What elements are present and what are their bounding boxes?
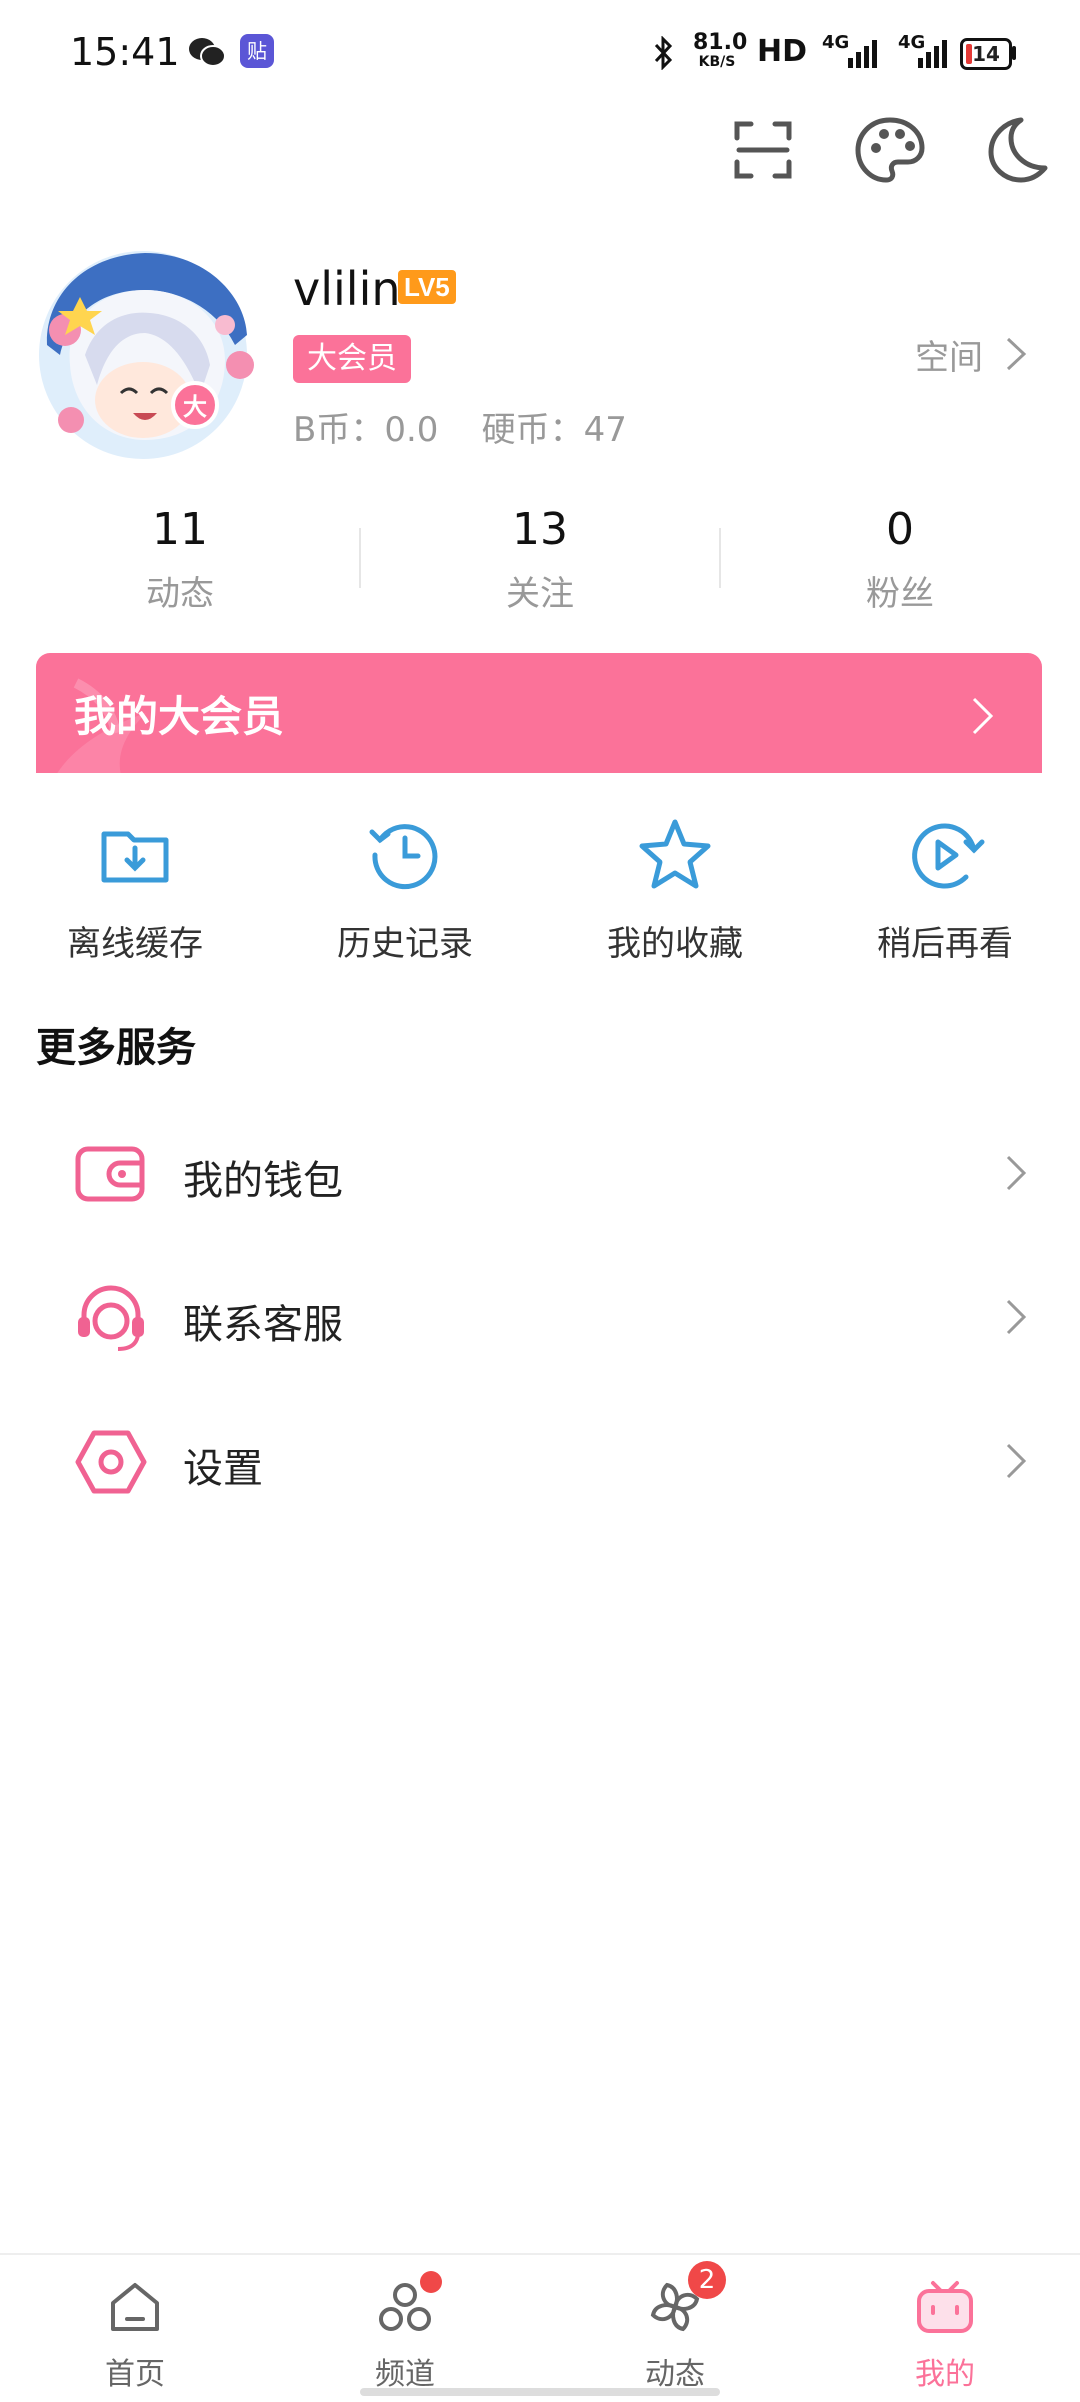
settings-item[interactable]: 设置 bbox=[0, 1391, 1080, 1531]
settings-icon bbox=[75, 1430, 147, 1494]
tab-feed[interactable]: 2 动态 bbox=[540, 2261, 810, 2393]
more-services-title: 更多服务 bbox=[36, 1025, 196, 1071]
stat-label: 关注 bbox=[506, 574, 574, 614]
quick-action-label: 离线缓存 bbox=[67, 924, 203, 964]
signal-icon-1 bbox=[848, 40, 877, 68]
tab-mine[interactable]: 我的 bbox=[810, 2275, 1080, 2393]
customer-service-icon bbox=[78, 1285, 144, 1351]
tieba-icon: 贴 bbox=[240, 34, 274, 68]
chevron-right-icon[interactable] bbox=[1005, 336, 1027, 372]
chevron-right-icon bbox=[1006, 1155, 1027, 1191]
wechat-icon bbox=[189, 38, 226, 67]
service-label: 设置 bbox=[183, 1446, 263, 1492]
space-link[interactable]: 空间 bbox=[915, 330, 983, 379]
chevron-right-icon bbox=[1006, 1299, 1027, 1335]
coins-info: B币：0.0 硬币：47 bbox=[293, 410, 627, 450]
home-icon bbox=[111, 2283, 159, 2331]
offline-cache-button[interactable]: 离线缓存 bbox=[0, 810, 270, 965]
battery-level: 14 bbox=[972, 42, 1000, 66]
quick-action-label: 我的收藏 bbox=[607, 924, 743, 964]
username[interactable]: vlilin bbox=[293, 262, 401, 316]
battery-tip bbox=[1012, 46, 1016, 60]
service-label: 联系客服 bbox=[183, 1302, 343, 1348]
favorites-button[interactable]: 我的收藏 bbox=[540, 810, 810, 965]
quick-action-label: 稍后再看 bbox=[877, 924, 1013, 964]
theme-palette-icon[interactable] bbox=[850, 110, 930, 190]
avatar[interactable]: 大 bbox=[25, 235, 265, 465]
tab-label: 首页 bbox=[105, 2357, 165, 2392]
stat-label: 动态 bbox=[146, 574, 214, 614]
wallet-item[interactable]: 我的钱包 bbox=[0, 1103, 1080, 1243]
level-badge: LV5 bbox=[398, 270, 456, 304]
stat-following[interactable]: 13 关注 bbox=[360, 500, 720, 615]
net-speed-unit: KB/S bbox=[698, 54, 736, 70]
customer-service-item[interactable]: 联系客服 bbox=[0, 1247, 1080, 1387]
tab-label: 动态 bbox=[645, 2357, 705, 2392]
watch-later-button[interactable]: 稍后再看 bbox=[810, 810, 1080, 965]
history-clock-icon bbox=[369, 824, 438, 890]
history-button[interactable]: 历史记录 bbox=[270, 810, 540, 965]
stat-feeds[interactable]: 11 动态 bbox=[0, 500, 360, 615]
stat-value: 0 bbox=[886, 504, 914, 555]
battery-icon: 14 bbox=[960, 38, 1012, 70]
tab-label: 频道 bbox=[375, 2357, 435, 2392]
stat-value: 11 bbox=[152, 504, 208, 555]
star-icon bbox=[639, 819, 711, 889]
notification-dot bbox=[420, 2271, 442, 2293]
wallet-icon bbox=[75, 1146, 145, 1202]
stat-value: 13 bbox=[512, 504, 568, 555]
chevron-right-icon bbox=[972, 697, 994, 735]
feed-badge: 2 bbox=[688, 2261, 726, 2299]
tab-label: 我的 bbox=[915, 2357, 975, 2392]
network-speed: 81.0 KB/S bbox=[693, 30, 748, 71]
watch-later-icon bbox=[912, 823, 985, 889]
vip-banner[interactable]: 我的大会员 bbox=[36, 653, 1042, 775]
signal-icon-2 bbox=[918, 40, 947, 68]
tv-icon bbox=[917, 2281, 973, 2333]
net-speed-value: 81.0 bbox=[693, 30, 748, 55]
status-time: 15:41 bbox=[70, 30, 180, 74]
scan-icon[interactable] bbox=[723, 110, 803, 190]
status-bar: 15:41 贴 81.0 KB/S HD 4G 4G 14 bbox=[0, 0, 1080, 100]
chevron-right-icon bbox=[1006, 1443, 1027, 1479]
download-folder-icon bbox=[101, 831, 169, 883]
quick-action-label: 历史记录 bbox=[337, 924, 473, 964]
bluetooth-icon bbox=[654, 36, 673, 70]
svg-text:大: 大 bbox=[183, 393, 207, 421]
vip-banner-label: 我的大会员 bbox=[74, 692, 285, 741]
night-mode-icon[interactable] bbox=[975, 110, 1055, 190]
home-indicator bbox=[360, 2388, 720, 2396]
stat-followers[interactable]: 0 粉丝 bbox=[720, 500, 1080, 615]
stat-label: 粉丝 bbox=[866, 574, 934, 614]
bottom-nav: 首页 频道 2 动态 我的 bbox=[0, 2253, 1080, 2402]
service-label: 我的钱包 bbox=[183, 1158, 343, 1204]
vip-badge[interactable]: 大会员 bbox=[293, 335, 411, 383]
tab-home[interactable]: 首页 bbox=[0, 2275, 270, 2393]
hd-indicator: HD bbox=[757, 34, 808, 69]
tab-channel[interactable]: 频道 bbox=[270, 2271, 540, 2393]
